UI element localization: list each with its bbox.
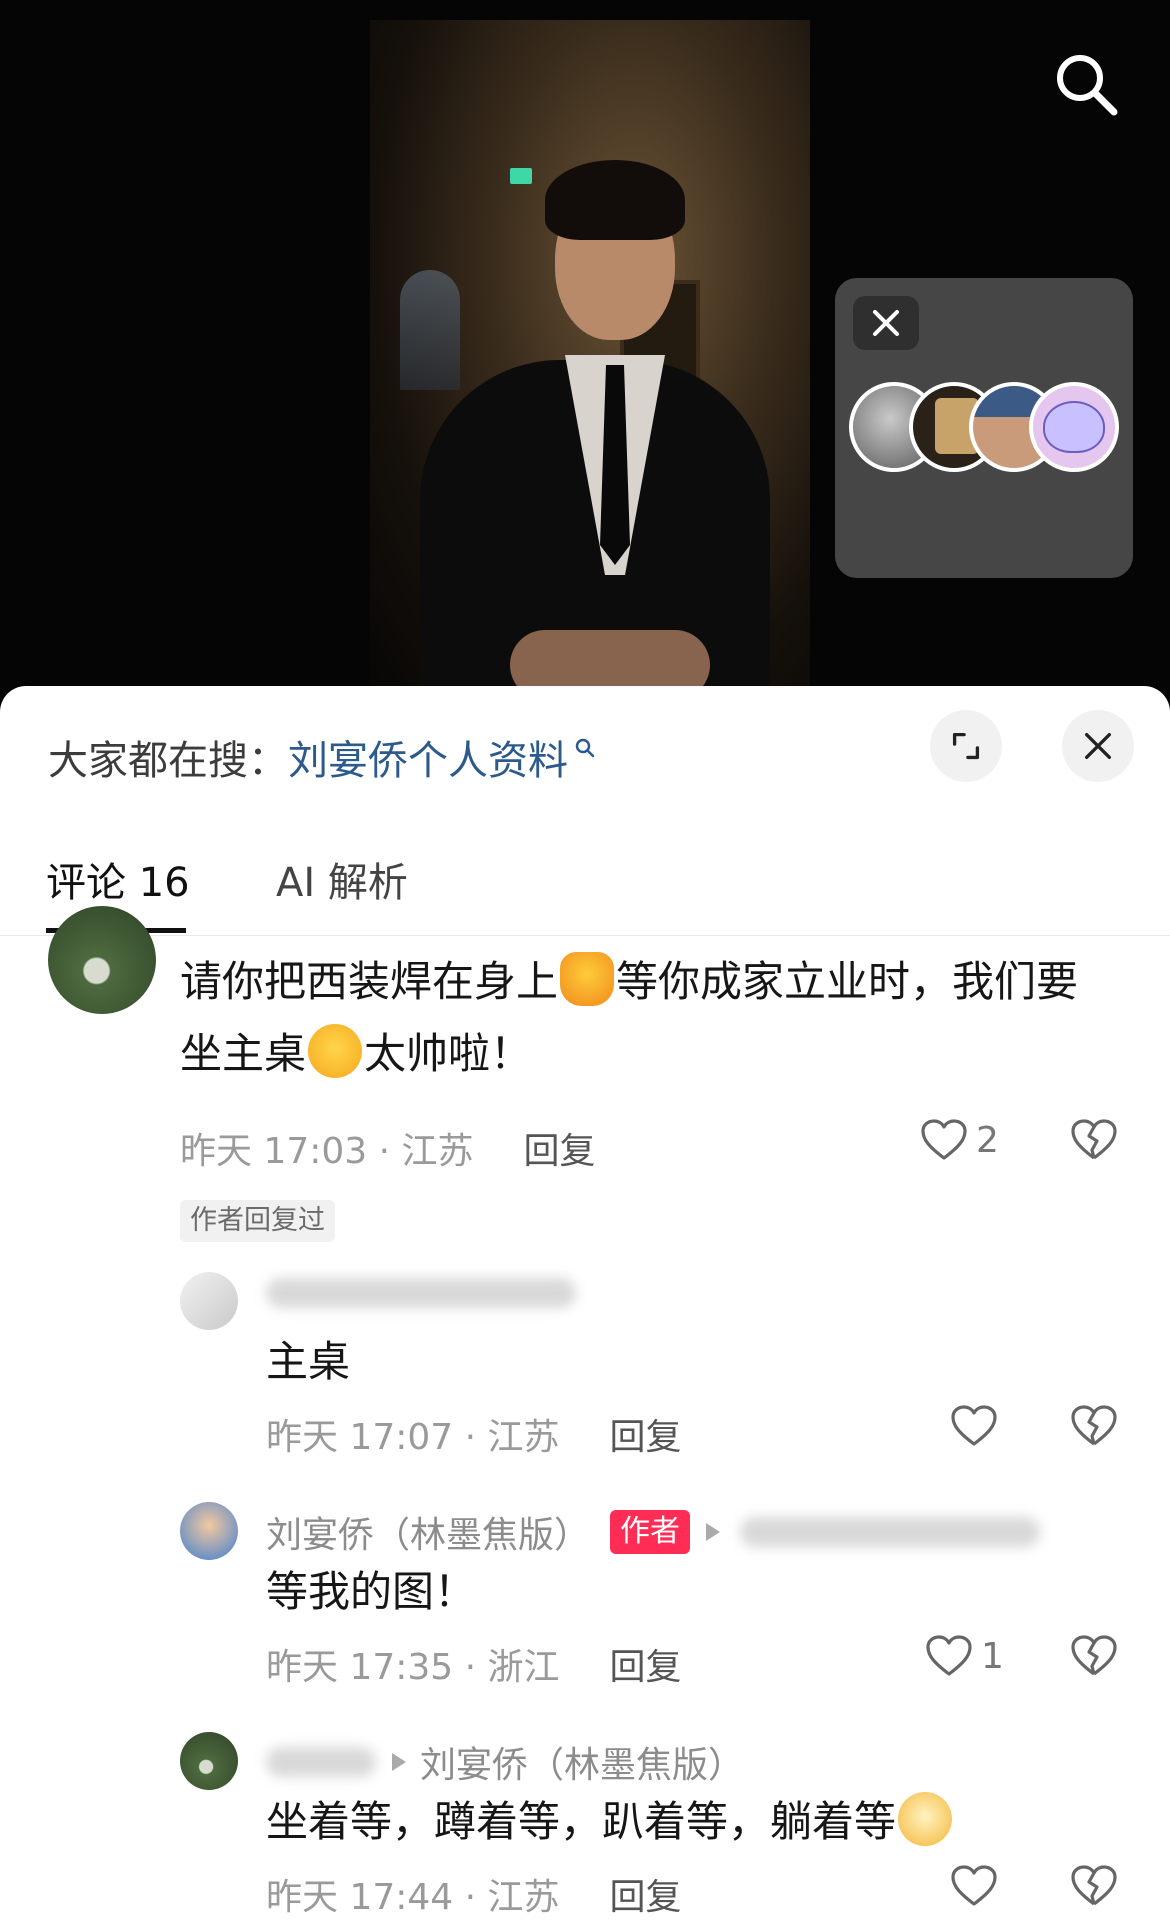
reply-author-name[interactable]: 刘宴侨（林墨焦版）	[266, 1736, 744, 1788]
reply-text-content: 坐着等，蹲着等，趴着等，躺着等	[266, 1797, 897, 1846]
reply-button[interactable]: 回复	[610, 1408, 682, 1460]
replied-to-name: 刘宴侨（林墨焦版）	[420, 1745, 745, 1786]
avatar[interactable]	[180, 1502, 238, 1560]
video-frame	[370, 20, 810, 700]
dislike-button[interactable]	[1070, 1634, 1118, 1682]
reply-button[interactable]: 回复	[610, 1868, 682, 1920]
reply-meta: 昨天 17:44 · 江苏 回复	[266, 1868, 682, 1920]
expand-button[interactable]	[930, 710, 1002, 782]
avatar[interactable]	[48, 906, 156, 1014]
dog-emoji	[898, 1792, 953, 1846]
floating-viewers-panel[interactable]	[835, 278, 1133, 578]
broken-heart-icon	[1071, 1119, 1117, 1160]
like-count: 2	[976, 1119, 999, 1161]
reply-meta: 昨天 17:07 · 江苏 回复	[266, 1408, 682, 1460]
close-icon[interactable]	[853, 296, 919, 350]
tab-comments[interactable]: 评论 16	[46, 850, 190, 908]
man-in-suit	[400, 160, 780, 700]
author-badge: 作者	[610, 1510, 691, 1554]
heart-icon	[951, 1405, 997, 1446]
reply-time: 昨天 17:35 · 浙江	[266, 1647, 560, 1688]
comment-text: 请你把西装焊在身上 等你成家立业时，我们要坐主桌 太帅啦！	[180, 946, 1100, 1090]
hot-search-prefix: 大家都在搜：	[48, 738, 288, 784]
hot-search-keyword[interactable]: 刘宴侨个人资料	[288, 728, 568, 786]
video-player[interactable]	[0, 0, 1170, 700]
comment-time: 昨天 17:03 · 江苏	[180, 1131, 474, 1172]
reply-author-name[interactable]: 刘宴侨（林墨焦版） 作者	[266, 1506, 1041, 1558]
reply-arrow-icon	[392, 1753, 406, 1771]
broken-heart-icon	[1071, 1635, 1117, 1676]
like-button[interactable]: 2	[920, 1118, 999, 1162]
heart-icon	[926, 1635, 972, 1676]
search-icon	[575, 738, 595, 758]
author-name: 刘宴侨（林墨焦版）	[266, 1515, 591, 1556]
comment-text-part: 请你把西装焊在身上	[180, 957, 559, 1006]
dislike-button[interactable]	[1070, 1864, 1118, 1912]
search-icon[interactable]	[1052, 50, 1120, 118]
broken-heart-icon	[1071, 1865, 1117, 1906]
tab-bar: 评论 16 AI 解析	[0, 836, 1170, 936]
tab-ai-analysis[interactable]: AI 解析	[276, 850, 408, 908]
author-replied-tag: 作者回复过	[180, 1200, 335, 1242]
close-icon	[1085, 733, 1111, 759]
like-button[interactable]	[950, 1404, 998, 1448]
avatar[interactable]	[180, 1272, 238, 1330]
reply-time: 昨天 17:44 · 江苏	[266, 1877, 560, 1918]
reply-text: 等我的图！	[266, 1567, 477, 1616]
heart-icon	[921, 1119, 967, 1160]
reply-text: 主桌	[266, 1337, 351, 1386]
comment-text-part: 太帅啦！	[364, 1029, 533, 1078]
comment-meta: 昨天 17:03 · 江苏 回复	[180, 1122, 596, 1174]
kiss-face-emoji	[308, 1024, 363, 1078]
reply-time: 昨天 17:07 · 江苏	[266, 1417, 560, 1458]
blurred-username	[740, 1517, 1041, 1547]
broken-heart-icon	[1071, 1405, 1117, 1446]
dislike-button[interactable]	[1070, 1118, 1118, 1166]
reply-text: 坐着等，蹲着等，趴着等，躺着等	[266, 1788, 954, 1849]
close-button[interactable]	[1062, 710, 1134, 782]
reply-author-name[interactable]	[266, 1278, 576, 1308]
comment-list: 请你把西装焊在身上 等你成家立业时，我们要坐主桌 太帅啦！ 昨天 17:03 · 江…	[0, 906, 1170, 1929]
dislike-button[interactable]	[1070, 1404, 1118, 1452]
avatar[interactable]	[180, 1732, 238, 1790]
viewer-avatars	[849, 382, 1129, 474]
like-count: 1	[981, 1635, 1004, 1677]
reply-meta: 昨天 17:35 · 浙江 回复	[266, 1638, 682, 1690]
reply-button[interactable]: 回复	[524, 1122, 596, 1174]
thumbs-up-emoji	[560, 952, 615, 1006]
like-button[interactable]: 1	[925, 1634, 1004, 1678]
expand-icon	[952, 732, 980, 760]
comment-sheet: 大家都在搜： 刘宴侨个人资料 评论 16 AI 解析 请你把西装焊在身上 等你成家…	[0, 686, 1170, 1929]
blurred-username	[266, 1278, 576, 1308]
avatar	[1029, 382, 1119, 472]
like-button[interactable]	[950, 1864, 998, 1908]
hot-search-bar[interactable]: 大家都在搜： 刘宴侨个人资料	[48, 732, 596, 784]
reply-button[interactable]: 回复	[610, 1638, 682, 1690]
heart-icon	[951, 1865, 997, 1906]
reply-arrow-icon	[706, 1523, 721, 1541]
blurred-username	[266, 1747, 376, 1777]
